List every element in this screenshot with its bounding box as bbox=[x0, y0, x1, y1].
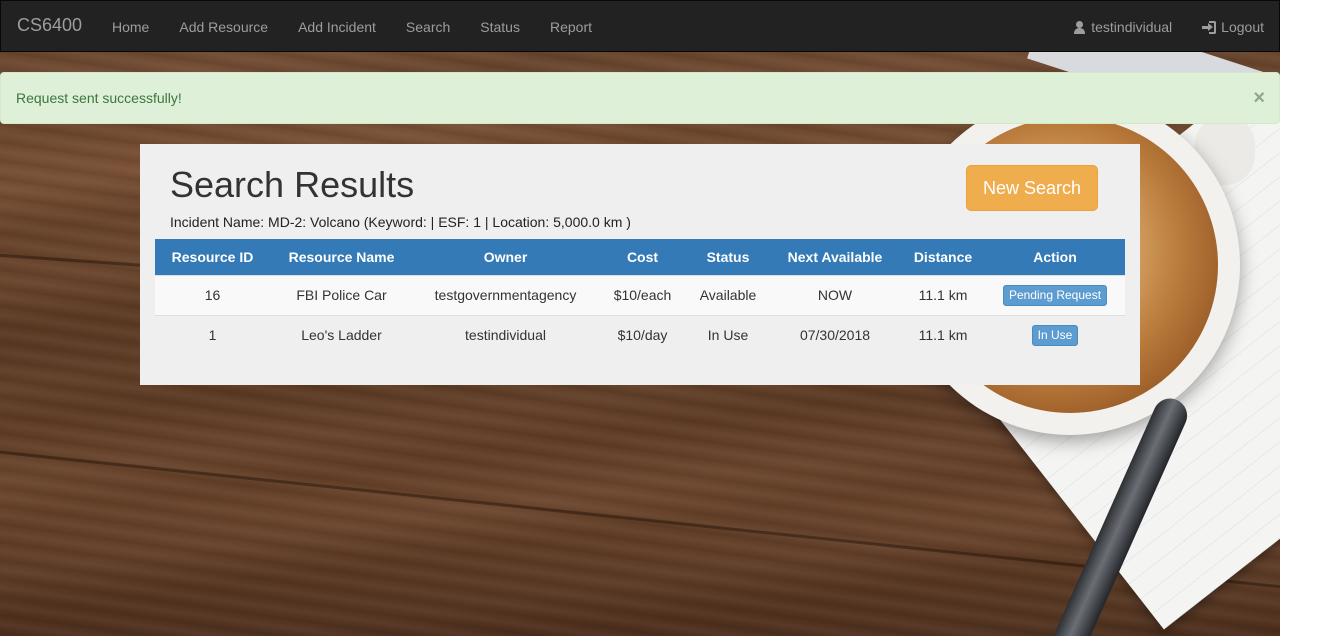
cell-resource-id: 16 bbox=[155, 274, 270, 315]
cell-resource-name: Leo's Ladder bbox=[270, 314, 413, 355]
header-next-available: Next Available bbox=[769, 239, 901, 275]
cell-owner: testindividual bbox=[413, 314, 598, 355]
cell-distance: 11.1 km bbox=[901, 274, 985, 315]
nav-report[interactable]: Report bbox=[535, 1, 607, 53]
nav-add-resource[interactable]: Add Resource bbox=[164, 1, 283, 53]
table-header-row: Resource ID Resource Name Owner Cost Sta… bbox=[155, 239, 1125, 275]
nav-home[interactable]: Home bbox=[97, 1, 164, 53]
cell-next-available: NOW bbox=[769, 274, 901, 315]
alert-message: Request sent successfully! bbox=[16, 90, 182, 106]
header-action: Action bbox=[985, 239, 1125, 275]
new-search-button[interactable]: New Search bbox=[966, 165, 1098, 211]
table-row: 1 Leo's Ladder testindividual $10/day In… bbox=[155, 314, 1125, 355]
nav-search[interactable]: Search bbox=[391, 1, 465, 53]
brand-link[interactable]: CS6400 bbox=[17, 15, 82, 36]
cell-resource-name: FBI Police Car bbox=[270, 274, 413, 315]
incident-summary: Incident Name: MD-2: Volcano (Keyword: |… bbox=[170, 214, 631, 230]
pending-request-button[interactable]: Pending Request bbox=[1002, 284, 1108, 306]
nav-add-incident[interactable]: Add Incident bbox=[283, 1, 391, 53]
user-name: testindividual bbox=[1091, 19, 1173, 35]
nav-links: Home Add Resource Add Incident Search St… bbox=[97, 1, 607, 53]
nav-right: testindividual Logout bbox=[1058, 1, 1279, 53]
user-link[interactable]: testindividual bbox=[1058, 1, 1187, 53]
header-resource-id: Resource ID bbox=[155, 239, 270, 275]
header-owner: Owner bbox=[413, 239, 598, 275]
cell-action: Pending Request bbox=[985, 274, 1125, 315]
cell-status: In Use bbox=[687, 314, 769, 355]
cell-cost: $10/each bbox=[598, 274, 687, 315]
results-table: Resource ID Resource Name Owner Cost Sta… bbox=[155, 239, 1125, 355]
header-resource-name: Resource Name bbox=[270, 239, 413, 275]
navbar: CS6400 Home Add Resource Add Incident Se… bbox=[0, 0, 1280, 52]
cell-next-available: 07/30/2018 bbox=[769, 314, 901, 355]
cell-status: Available bbox=[687, 274, 769, 315]
search-results-panel: Search Results Incident Name: MD-2: Volc… bbox=[140, 144, 1140, 385]
close-icon[interactable]: × bbox=[1253, 73, 1265, 123]
logout-link[interactable]: Logout bbox=[1187, 1, 1279, 53]
cell-resource-id: 1 bbox=[155, 314, 270, 355]
logout-icon bbox=[1202, 20, 1217, 34]
logout-label: Logout bbox=[1221, 19, 1264, 35]
cell-cost: $10/day bbox=[598, 314, 687, 355]
cell-owner: testgovernmentagency bbox=[413, 274, 598, 315]
header-distance: Distance bbox=[901, 239, 985, 275]
success-alert: Request sent successfully! × bbox=[0, 72, 1280, 124]
user-icon bbox=[1073, 20, 1086, 34]
table-row: 16 FBI Police Car testgovernmentagency $… bbox=[155, 274, 1125, 315]
cell-action: In Use bbox=[985, 314, 1125, 355]
in-use-button[interactable]: In Use bbox=[1031, 324, 1079, 346]
page-title: Search Results bbox=[170, 164, 415, 205]
header-status: Status bbox=[687, 239, 769, 275]
header-cost: Cost bbox=[598, 239, 687, 275]
nav-status[interactable]: Status bbox=[465, 1, 535, 53]
cell-distance: 11.1 km bbox=[901, 314, 985, 355]
